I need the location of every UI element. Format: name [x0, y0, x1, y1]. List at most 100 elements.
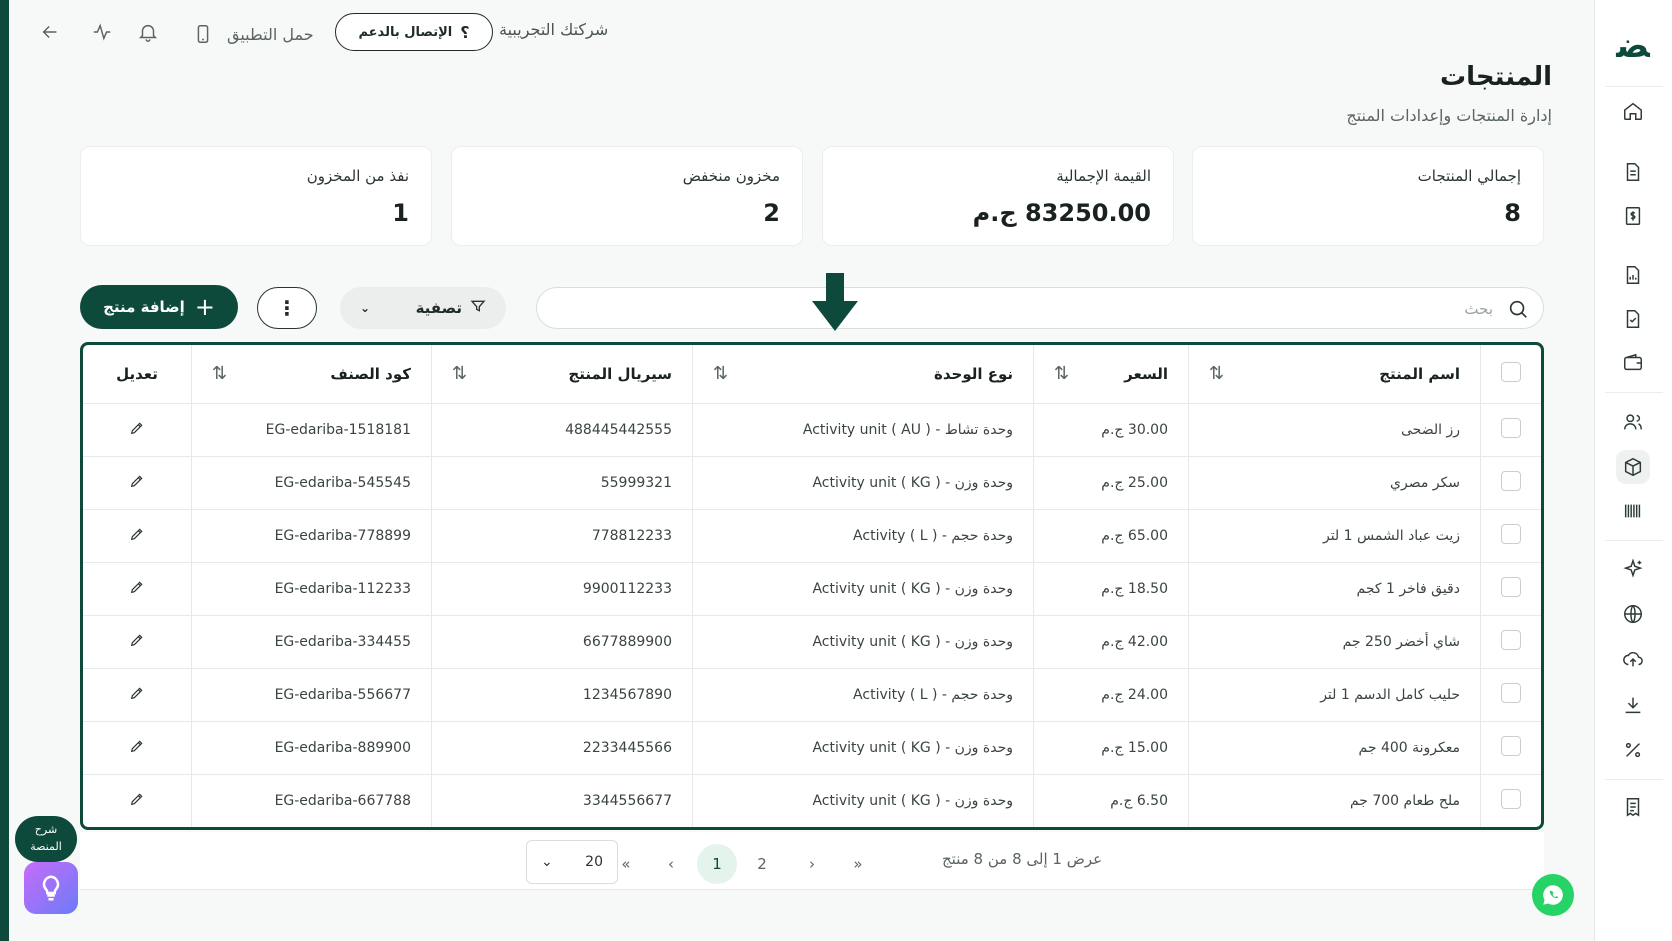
- page-size-select[interactable]: ⌄ 20: [526, 840, 618, 884]
- report-icon[interactable]: [1616, 258, 1650, 292]
- percent-icon[interactable]: [1616, 733, 1650, 767]
- table-row[interactable]: حليب كامل الدسم 1 لتر 24.00 ج.م وحدة حجم…: [83, 668, 1541, 722]
- column-header-unit[interactable]: نوع الوحدة ⇅: [692, 345, 1034, 404]
- page-subtitle: إدارة المنتجات وإعدادات المنتج: [1346, 106, 1552, 125]
- pencil-icon[interactable]: [129, 792, 145, 811]
- row-checkbox[interactable]: [1501, 629, 1521, 650]
- users-icon[interactable]: [1616, 405, 1650, 439]
- download-icon[interactable]: [1616, 688, 1650, 722]
- cell-unit: وحدة تشاط - Activity unit ( AU ): [692, 403, 1034, 457]
- receipt-icon[interactable]: [1616, 790, 1650, 824]
- company-name[interactable]: شركتك التجريبية: [499, 20, 608, 39]
- prev-page-button[interactable]: ›: [792, 844, 832, 884]
- column-label: كود الصنف: [330, 364, 411, 383]
- row-checkbox[interactable]: [1501, 682, 1521, 703]
- row-checkbox[interactable]: [1501, 788, 1521, 809]
- search-bar: [536, 287, 1544, 329]
- bell-icon[interactable]: [134, 18, 162, 46]
- table-row[interactable]: دقيق فاخر 1 كجم 18.50 ج.م وحدة وزن - Act…: [83, 562, 1541, 616]
- cell-unit: وحدة وزن - Activity unit ( KG ): [692, 615, 1034, 669]
- cell-code: EG-edariba-889900: [191, 721, 432, 775]
- cell-name: زيت عباد الشمس 1 لتر: [1188, 509, 1481, 563]
- phone-icon: [189, 20, 217, 48]
- search-icon[interactable]: [1507, 298, 1529, 320]
- sidebar-divider: [1605, 86, 1663, 87]
- dollar-icon[interactable]: [1616, 199, 1650, 233]
- download-app-link[interactable]: حمل التطبيق: [189, 20, 314, 48]
- pencil-icon[interactable]: [129, 580, 145, 599]
- pencil-icon[interactable]: [129, 527, 145, 546]
- back-arrow-icon[interactable]: [36, 18, 64, 46]
- page-button-1[interactable]: 1: [697, 844, 737, 884]
- sparkle-icon[interactable]: [1616, 552, 1650, 586]
- table-row[interactable]: رز الضحى 30.00 ج.م وحدة تشاط - Activity …: [83, 403, 1541, 457]
- globe-icon[interactable]: [1616, 597, 1650, 631]
- cell-edit: [83, 615, 192, 669]
- sort-icon[interactable]: ⇅: [1054, 363, 1069, 384]
- column-header-price[interactable]: السعر ⇅: [1033, 345, 1189, 404]
- support-label: الإتصال بالدعم: [358, 24, 453, 40]
- row-checkbox[interactable]: [1501, 523, 1521, 544]
- add-product-button[interactable]: إضافة منتج +: [80, 285, 238, 329]
- table-row[interactable]: شاي أخضر 250 جم 42.00 ج.م وحدة وزن - Act…: [83, 615, 1541, 669]
- box-icon[interactable]: [1616, 450, 1650, 484]
- sort-icon[interactable]: ⇅: [1209, 363, 1224, 384]
- sort-icon[interactable]: ⇅: [212, 363, 227, 384]
- cell-price: 65.00 ج.م: [1033, 509, 1189, 563]
- platform-guide-badge[interactable]: شرح المنصة: [15, 816, 77, 862]
- sort-icon[interactable]: ⇅: [713, 363, 728, 384]
- table-row[interactable]: معكرونة 400 جم 15.00 ج.م وحدة وزن - Acti…: [83, 721, 1541, 775]
- home-icon[interactable]: [1616, 94, 1650, 128]
- more-options-button[interactable]: ⋮: [257, 287, 317, 329]
- search-input[interactable]: [593, 296, 1493, 322]
- row-checkbox[interactable]: [1501, 417, 1521, 438]
- wallet-icon[interactable]: [1616, 346, 1650, 380]
- lightbulb-icon: [42, 875, 60, 901]
- pencil-icon[interactable]: [129, 739, 145, 758]
- chevron-right-icon: ›: [809, 855, 815, 873]
- whatsapp-button[interactable]: [1532, 874, 1574, 916]
- chevron-down-icon: ⌄: [360, 301, 371, 315]
- pencil-icon[interactable]: [129, 633, 145, 652]
- chevron-down-icon: ⌄: [541, 854, 553, 870]
- document-icon[interactable]: [1616, 155, 1650, 189]
- cell-serial: 3344556677: [431, 774, 693, 827]
- table-row[interactable]: زيت عباد الشمس 1 لتر 65.00 ج.م وحدة حجم …: [83, 509, 1541, 563]
- next-page-button[interactable]: ‹: [651, 844, 691, 884]
- pencil-icon[interactable]: [129, 421, 145, 440]
- row-select-cell: [1480, 509, 1541, 563]
- last-page-button[interactable]: «: [606, 844, 646, 884]
- cell-code: EG-edariba-545545: [191, 456, 432, 510]
- first-page-button[interactable]: »: [838, 844, 878, 884]
- cell-code: EG-edariba-778899: [191, 509, 432, 563]
- table-row[interactable]: سكر مصري 25.00 ج.م وحدة وزن - Activity u…: [83, 456, 1541, 510]
- sort-icon[interactable]: ⇅: [452, 363, 467, 384]
- select-all-checkbox[interactable]: [1501, 361, 1521, 382]
- barcode-icon[interactable]: [1616, 494, 1650, 528]
- filter-dropdown[interactable]: ⌄ تصفية: [340, 287, 506, 329]
- pencil-icon[interactable]: [129, 686, 145, 705]
- cell-serial: 55999321: [431, 456, 693, 510]
- row-checkbox[interactable]: [1501, 470, 1521, 491]
- lightbulb-button[interactable]: [24, 862, 78, 914]
- cell-unit: وحدة وزن - Activity unit ( KG ): [692, 774, 1034, 827]
- page-button-2[interactable]: 2: [742, 844, 782, 884]
- upload-icon[interactable]: [1616, 642, 1650, 676]
- table-row[interactable]: ملح طعام 700 جم 6.50 ج.م وحدة وزن - Acti…: [83, 774, 1541, 827]
- row-select-cell: [1480, 456, 1541, 510]
- stat-label: نفذ من المخزون: [306, 167, 409, 185]
- row-checkbox[interactable]: [1501, 576, 1521, 597]
- column-header-serial[interactable]: سيريال المنتج ⇅: [431, 345, 693, 404]
- contact-support-button[interactable]: الإتصال بالدعم ؟: [335, 13, 493, 51]
- kebab-menu-icon: ⋮: [277, 296, 297, 320]
- column-header-code[interactable]: كود الصنف ⇅: [191, 345, 432, 404]
- row-checkbox[interactable]: [1501, 735, 1521, 756]
- activity-icon[interactable]: [88, 18, 116, 46]
- cell-edit: [83, 774, 192, 827]
- products-table: اسم المنتج ⇅ السعر ⇅ نوع الوحدة ⇅ سيريال ال…: [80, 342, 1544, 830]
- column-header-name[interactable]: اسم المنتج ⇅: [1188, 345, 1481, 404]
- pencil-icon[interactable]: [129, 474, 145, 493]
- brand-logo[interactable]: ﻀ: [1609, 26, 1657, 66]
- checklist-icon[interactable]: [1616, 302, 1650, 336]
- pagination-info: عرض 1 إلى 8 من 8 منتج: [942, 850, 1103, 868]
